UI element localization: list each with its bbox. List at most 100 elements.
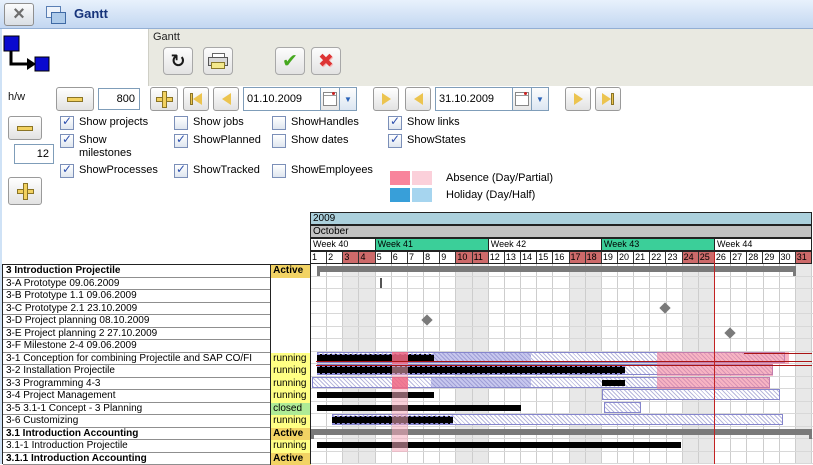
option-showtracked: ShowTracked: [174, 164, 272, 178]
tracked-bar[interactable]: [317, 405, 521, 411]
checkbox-show-links[interactable]: [388, 116, 402, 130]
milestone-diamond[interactable]: [659, 302, 670, 313]
checkbox-showhandles[interactable]: [272, 116, 286, 130]
date-from-dropdown[interactable]: ▼: [340, 87, 357, 111]
gantt-row: [311, 302, 813, 315]
date-from-input[interactable]: [243, 87, 320, 111]
load-bar[interactable]: [431, 378, 531, 387]
task-status: [270, 303, 311, 316]
gantt-row: [311, 427, 813, 440]
gantt-row: [311, 439, 813, 452]
day-cell: 2: [327, 252, 343, 263]
task-row[interactable]: 3-C Prototype 2.1 23.10.2009: [3, 303, 311, 316]
task-row[interactable]: 3-5 3.1-1 Concept - 3 Planningclosed: [3, 403, 311, 416]
legend: Absence (Day/Partial)Holiday (Day/Half): [390, 171, 553, 205]
checkbox-show-milestones[interactable]: [60, 134, 74, 148]
to-prev-button[interactable]: [405, 87, 431, 111]
day-cell: 9: [440, 252, 456, 263]
go-first-button[interactable]: [183, 87, 209, 111]
day-cell: 15: [537, 252, 553, 263]
planned-bar[interactable]: [602, 389, 780, 400]
gantt-row: [311, 414, 813, 427]
task-row[interactable]: 3-E Project planning 2 27.10.2009: [3, 328, 311, 341]
milestone-diamond[interactable]: [422, 314, 433, 325]
task-row[interactable]: 3-4 Project Managementrunning: [3, 390, 311, 403]
width-decrease-button[interactable]: [56, 87, 94, 111]
width-input[interactable]: [98, 88, 140, 110]
checkbox-show-dates[interactable]: [272, 134, 286, 148]
close-icon: ×: [13, 3, 25, 25]
option-showplanned: ShowPlanned: [174, 134, 272, 148]
tracked-bar[interactable]: [317, 442, 681, 448]
row-height-decrease-button[interactable]: [8, 116, 42, 140]
task-row[interactable]: 3.1.1 Introduction AccountingActive: [3, 453, 311, 465]
tracked-bar[interactable]: [317, 366, 625, 374]
task-row[interactable]: 3-F Milestone 2-4 09.06.2009: [3, 340, 311, 353]
cancel-button[interactable]: ✖: [311, 47, 341, 75]
day-cell: 27: [731, 252, 747, 263]
day-cell: 18: [586, 252, 602, 263]
day-cell: 29: [763, 252, 779, 263]
refresh-button[interactable]: ↻: [163, 47, 193, 75]
checkbox-showplanned[interactable]: [174, 134, 188, 148]
day-cell: 24: [683, 252, 699, 263]
row-height-input[interactable]: [14, 144, 54, 164]
date-to-calendar-button[interactable]: [512, 87, 532, 111]
ok-button[interactable]: ✔: [275, 47, 305, 75]
task-row[interactable]: 3.1 Introduction AccountingActive: [3, 428, 311, 441]
planned-bar[interactable]: [604, 402, 641, 413]
day-cell: 26: [715, 252, 731, 263]
task-status: Active: [270, 265, 311, 278]
gantt-row: [311, 327, 813, 340]
task-label: 3.1.1 Introduction Accounting: [3, 453, 270, 465]
task-row[interactable]: 3-A Prototype 09.06.2009: [3, 278, 311, 291]
width-increase-button[interactable]: [150, 87, 178, 111]
tracked-bar[interactable]: [602, 380, 625, 386]
go-prev-button[interactable]: [213, 87, 239, 111]
legend-swatch: [412, 188, 432, 202]
day-cell: 6: [392, 252, 408, 263]
task-row[interactable]: 3-3 Programming 4-3running: [3, 378, 311, 391]
day-cell: 21: [634, 252, 650, 263]
summary-bar[interactable]: [311, 429, 812, 435]
legend-swatch: [390, 188, 410, 202]
print-button[interactable]: [203, 47, 233, 75]
close-button[interactable]: ×: [4, 3, 34, 26]
summary-bar[interactable]: [317, 266, 796, 272]
checkbox-showemployees[interactable]: [272, 164, 286, 178]
checkbox-showprocesses[interactable]: [60, 164, 74, 178]
day-cell: 13: [505, 252, 521, 263]
link-line: [744, 353, 812, 354]
day-cell: 23: [666, 252, 682, 263]
from-next-button[interactable]: [373, 87, 399, 111]
date-from-calendar-button[interactable]: [320, 87, 340, 111]
day-cell: 7: [408, 252, 424, 263]
task-row[interactable]: 3-B Prototype 1.1 09.06.2009: [3, 290, 311, 303]
task-row[interactable]: 3-2 Installation Projectilerunning: [3, 365, 311, 378]
task-row[interactable]: 3-6 Customizingrunning: [3, 415, 311, 428]
checkbox-label: Show jobs: [193, 116, 244, 129]
tracked-bar[interactable]: [317, 392, 434, 398]
go-next-button[interactable]: [565, 87, 591, 111]
task-label: 3-3 Programming 4-3: [3, 378, 270, 391]
day-cell: 22: [650, 252, 666, 263]
milestone-tick[interactable]: [380, 278, 382, 288]
checkbox-showstates[interactable]: [388, 134, 402, 148]
checkbox-show-projects[interactable]: [60, 116, 74, 130]
task-row[interactable]: 3.1-1 Introduction Projectilerunning: [3, 440, 311, 453]
milestone-diamond[interactable]: [724, 327, 735, 338]
refresh-icon: ↻: [170, 52, 185, 70]
row-height-increase-button[interactable]: [8, 177, 42, 205]
task-row[interactable]: 3-1 Conception for combining Projectile …: [3, 353, 311, 366]
task-row[interactable]: 3-D Project planning 08.10.2009: [3, 315, 311, 328]
date-to-input[interactable]: [435, 87, 512, 111]
day-cell: 3: [343, 252, 359, 263]
checkbox-label: ShowPlanned: [193, 134, 261, 147]
minus-icon: [67, 97, 83, 102]
checkbox-showtracked[interactable]: [174, 164, 188, 178]
date-to-dropdown[interactable]: ▼: [532, 87, 549, 111]
checkbox-show-jobs[interactable]: [174, 116, 188, 130]
go-last-button[interactable]: [595, 87, 621, 111]
minus-icon: [17, 126, 33, 131]
task-row[interactable]: 3 Introduction ProjectileActive: [3, 265, 311, 278]
